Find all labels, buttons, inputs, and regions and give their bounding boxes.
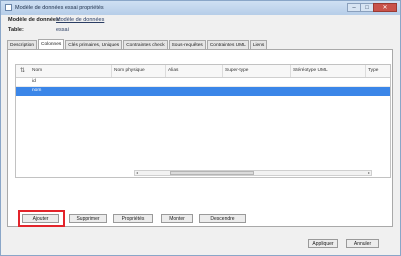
properties-button[interactable]: Propriétés bbox=[113, 214, 153, 223]
cancel-button[interactable]: Annuler bbox=[346, 239, 379, 248]
properties-dialog: Modèle de données essai propriétés – □ ✕… bbox=[0, 0, 401, 256]
scroll-left-icon[interactable]: ◂ bbox=[136, 170, 138, 176]
title-bar: Modèle de données essai propriétés – □ ✕ bbox=[1, 1, 400, 15]
table-row-selected[interactable]: nom bbox=[16, 87, 390, 96]
table-header: ⇅ Nom Nom physique Alias Super-type Stér… bbox=[16, 65, 390, 78]
horizontal-scrollbar[interactable]: ◂ ▸ bbox=[134, 170, 372, 176]
col-header-alias[interactable]: Alias bbox=[166, 65, 223, 77]
col-header-supertype[interactable]: Super-type bbox=[223, 65, 291, 77]
col-header-type[interactable]: Type bbox=[366, 65, 390, 77]
columns-table: ⇅ Nom Nom physique Alias Super-type Stér… bbox=[15, 64, 391, 178]
sort-icon[interactable]: ⇅ bbox=[20, 68, 26, 74]
table-row[interactable]: id bbox=[16, 78, 390, 87]
apply-button[interactable]: Appliquer bbox=[308, 239, 338, 248]
close-button[interactable]: ✕ bbox=[373, 3, 397, 12]
scroll-right-icon[interactable]: ▸ bbox=[368, 170, 370, 176]
move-down-button[interactable]: Descendre bbox=[199, 214, 246, 223]
window-title: Modèle de données essai propriétés bbox=[15, 5, 104, 11]
window-app-icon bbox=[5, 4, 12, 11]
maximize-button[interactable]: □ bbox=[360, 3, 374, 12]
table-value: essai bbox=[56, 27, 69, 33]
move-up-button[interactable]: Monter bbox=[161, 214, 193, 223]
table-label: Table: bbox=[8, 27, 24, 33]
col-header-uml-stereotype[interactable]: Stéréotype UML bbox=[291, 65, 366, 77]
model-label: Modèle de données: bbox=[8, 17, 61, 23]
col-header-physical-name[interactable]: Nom physique bbox=[112, 65, 166, 77]
minimize-button[interactable]: – bbox=[347, 3, 361, 12]
delete-button[interactable]: Supprimer bbox=[69, 214, 107, 223]
row-name-cell[interactable]: id bbox=[30, 78, 112, 86]
highlight-box bbox=[18, 210, 65, 227]
model-link[interactable]: Modèle de données bbox=[56, 17, 104, 23]
scrollbar-thumb[interactable] bbox=[170, 171, 254, 175]
row-name-cell[interactable]: nom bbox=[30, 87, 112, 95]
col-header-name[interactable]: Nom bbox=[30, 65, 112, 77]
